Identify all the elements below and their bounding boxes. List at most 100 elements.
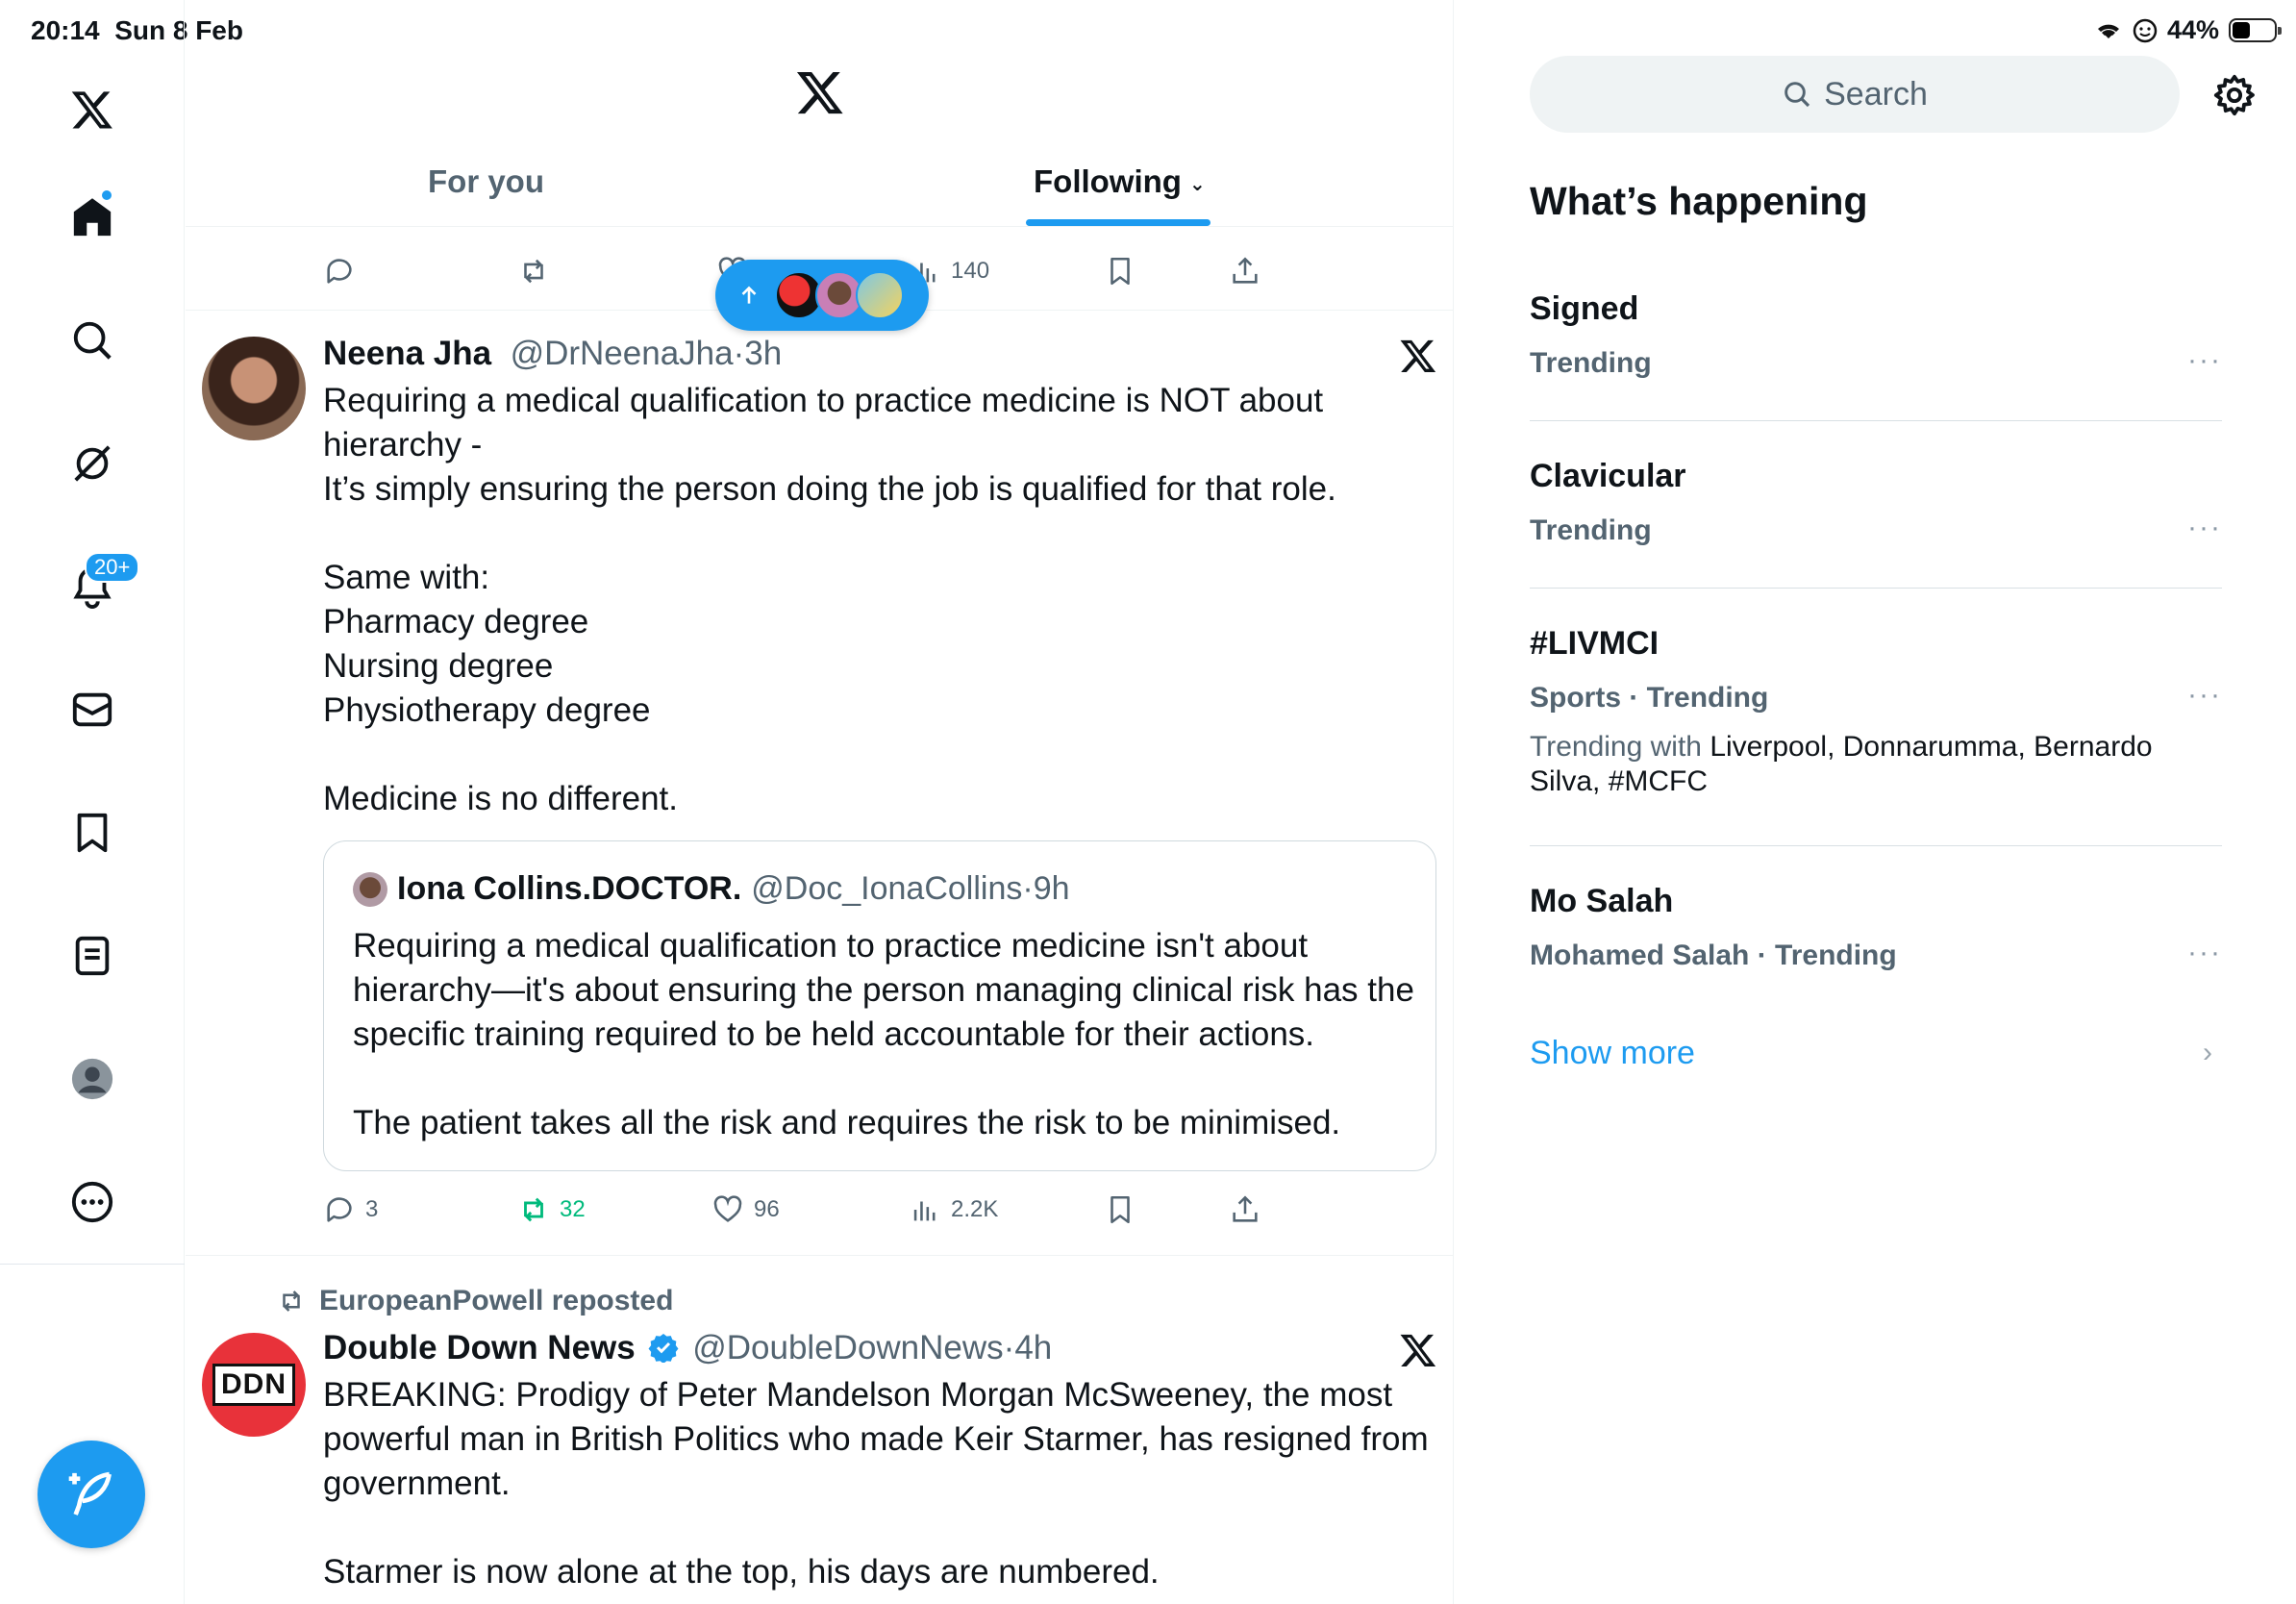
- trend-item[interactable]: #LIVMCI Sports · Trending Trending with …: [1530, 625, 2222, 799]
- right-sidebar: Search What’s happening Signed Trending …: [1455, 0, 2296, 1604]
- profile-icon[interactable]: [62, 1048, 123, 1110]
- chevron-right-icon: ›: [2203, 1037, 2212, 1068]
- messages-icon[interactable]: [62, 679, 123, 740]
- repost-icon: [524, 259, 543, 284]
- quote-text: Requiring a medical qualification to pra…: [353, 927, 1414, 1141]
- grok-icon[interactable]: [62, 433, 123, 494]
- x-logo-icon: [1400, 1334, 1436, 1366]
- compose-feather-icon: [68, 1471, 112, 1516]
- new-post-avatar: [856, 271, 904, 319]
- trend-item[interactable]: Signed Trending ···: [1530, 290, 2222, 380]
- tweet-text: Requiring a medical qualification to pra…: [323, 382, 1336, 817]
- notifications-icon[interactable]: 20+: [62, 552, 140, 617]
- verified-badge-icon: [649, 1334, 679, 1363]
- share-button[interactable]: [1229, 255, 1261, 288]
- trend-item[interactable]: Clavicular Trending ···: [1530, 458, 2222, 547]
- repost-context[interactable]: EuropeanPowell reposted: [277, 1285, 673, 1317]
- views-count: 140: [951, 258, 990, 284]
- author-name[interactable]: Neena Jha: [323, 335, 491, 372]
- bookmark-button[interactable]: [1104, 255, 1136, 288]
- reply-button[interactable]: 3: [323, 1193, 378, 1226]
- tweet-header: Neena Jha @DrNeenaJha·3h: [323, 335, 782, 373]
- notifications-badge: 20+: [85, 552, 140, 583]
- handle-text: @Doc_IonaCollins: [751, 870, 1023, 907]
- active-tab-indicator: [1026, 219, 1210, 226]
- views-icon: [913, 1201, 936, 1221]
- reply-icon: [327, 259, 352, 284]
- repost-by-label: EuropeanPowell reposted: [319, 1285, 674, 1316]
- x-logo-icon: [1400, 339, 1436, 372]
- share-icon: [1233, 257, 1258, 284]
- arrow-up-icon: [741, 286, 757, 304]
- compose-button[interactable]: [37, 1441, 145, 1548]
- bookmarks-icon[interactable]: [62, 802, 123, 864]
- trend-meta: Sports · Trending: [1530, 682, 1769, 714]
- views-count: 2.2K: [951, 1196, 999, 1222]
- whats-happening-title: What’s happening: [1530, 179, 1868, 223]
- repost-button[interactable]: 32: [517, 1193, 586, 1226]
- quote-handle: @Doc_IonaCollins·9h: [751, 870, 1070, 907]
- bookmark-icon: [1111, 257, 1130, 286]
- handle-text: @DrNeenaJha: [510, 335, 734, 372]
- trending-with-label: Trending with: [1530, 731, 1702, 763]
- avatar[interactable]: DDN: [202, 1333, 306, 1437]
- home-icon[interactable]: [62, 187, 123, 248]
- tab-following[interactable]: Following ⌄: [1034, 163, 1206, 200]
- search-input[interactable]: Search: [1530, 56, 2180, 133]
- like-button[interactable]: 96: [711, 1193, 780, 1226]
- avatar[interactable]: [202, 337, 306, 440]
- trend-name: Clavicular: [1530, 458, 1686, 494]
- x-logo-icon[interactable]: [795, 67, 845, 117]
- ddn-logo-text: DDN: [212, 1364, 295, 1406]
- x-logo-icon[interactable]: [62, 79, 123, 140]
- tab-following-label: Following: [1034, 163, 1182, 199]
- author-handle: @DoubleDownNews·4h: [692, 1329, 1053, 1366]
- app-root: 20:14 Sun 8 Feb 44% 20+ For you Followin…: [0, 0, 2296, 1604]
- author-name[interactable]: Double Down News: [323, 1329, 636, 1366]
- trend-meta: Mohamed Salah · Trending: [1530, 940, 1897, 971]
- tweet-header: Double Down News @DoubleDownNews·4h: [323, 1329, 1052, 1367]
- reply-count: 3: [365, 1196, 379, 1222]
- trend-meta: Trending: [1530, 347, 1652, 379]
- search-icon[interactable]: [62, 310, 123, 371]
- views-button[interactable]: 2.2K: [909, 1193, 998, 1226]
- more-icon[interactable]: [62, 1171, 123, 1233]
- timeline-tabs: For you Following ⌄: [186, 144, 1454, 227]
- trend-related: Trending with Liverpool, Donnarumma, Ber…: [1530, 730, 2222, 799]
- trend-more-button[interactable]: ···: [2187, 937, 2222, 969]
- left-nav: 20+: [0, 0, 185, 1604]
- author-handle: @DrNeenaJha·3h: [510, 335, 783, 372]
- trend-more-button[interactable]: ···: [2187, 344, 2222, 377]
- tweet-separator: [186, 1255, 1454, 1256]
- share-button[interactable]: [1229, 1193, 1261, 1226]
- trend-divider: [1530, 588, 2222, 589]
- handle-text: @DoubleDownNews: [692, 1329, 1004, 1366]
- share-icon: [1233, 1195, 1258, 1222]
- trend-more-button[interactable]: ···: [2187, 512, 2222, 544]
- trend-item[interactable]: Mo Salah Mohamed Salah · Trending ···: [1530, 883, 2222, 972]
- avatar: [353, 871, 387, 907]
- nav-divider: [0, 1264, 185, 1265]
- trend-name: Mo Salah: [1530, 883, 1674, 919]
- tab-for-you[interactable]: For you: [428, 163, 544, 200]
- new-posts-pill[interactable]: [715, 260, 929, 331]
- quote-header: Iona Collins.DOCTOR. @Doc_IonaCollins·9h: [353, 870, 1070, 908]
- bookmark-button[interactable]: [1104, 1193, 1136, 1226]
- show-more-link[interactable]: Show more: [1530, 1035, 1695, 1072]
- repost-button[interactable]: [517, 255, 550, 288]
- timeline-column: For you Following ⌄ 140 Neena Jha @DrNee…: [186, 0, 1454, 1604]
- quote-author-name: Iona Collins.DOCTOR.: [397, 870, 742, 907]
- search-placeholder: Search: [1824, 75, 1928, 113]
- search-icon: [1784, 82, 1810, 108]
- chevron-down-icon: ⌄: [1188, 173, 1206, 195]
- trend-name: #LIVMCI: [1530, 625, 1660, 662]
- timestamp: 4h: [1014, 1329, 1053, 1366]
- bookmark-icon: [1111, 1195, 1130, 1224]
- reply-button[interactable]: [323, 255, 356, 288]
- trend-more-button[interactable]: ···: [2187, 679, 2222, 712]
- repost-icon: [524, 1197, 543, 1222]
- quoted-tweet[interactable]: Iona Collins.DOCTOR. @Doc_IonaCollins·9h…: [323, 840, 1436, 1171]
- lists-icon[interactable]: [62, 925, 123, 987]
- trend-divider: [1530, 845, 2222, 846]
- gear-icon[interactable]: [2212, 73, 2257, 117]
